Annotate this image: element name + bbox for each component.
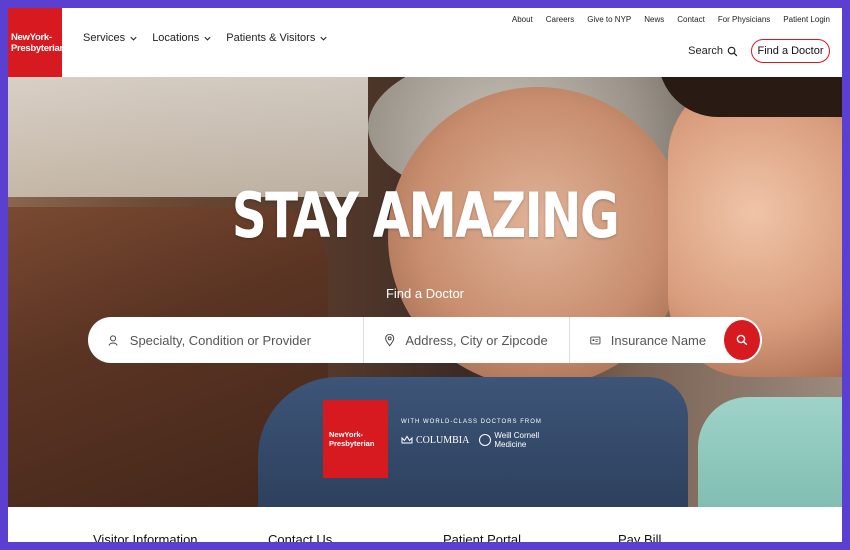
contact-us-link[interactable]: Contact Us — [268, 532, 332, 542]
logo-line2: Presbyterian — [11, 42, 65, 54]
nav-label: Services — [83, 32, 126, 44]
nav-patients-visitors[interactable]: Patients & Visitors — [226, 32, 328, 44]
patient-portal-link[interactable]: Patient Portal — [443, 532, 521, 542]
find-doctor-button[interactable]: Find a Doctor — [751, 39, 830, 63]
hero-photo-girl-shirt — [698, 397, 842, 507]
browser-frame: NewYork- Presbyterian Services Locations… — [8, 8, 842, 542]
search-icon — [727, 46, 738, 56]
wcm-label: Weill Cornell Medicine — [494, 431, 539, 449]
columbia-label: COLUMBIA — [416, 434, 470, 446]
partners-block: WITH WORLD-CLASS DOCTORS FROM COLUMBIA W… — [401, 419, 542, 449]
partners-tagline: WITH WORLD-CLASS DOCTORS FROM — [401, 419, 542, 425]
location-field — [364, 317, 570, 363]
hero-subtitle: Find a Doctor — [385, 286, 465, 301]
site-header: NewYork- Presbyterian Services Locations… — [8, 8, 842, 77]
hero-banner: STAY AMAZING Find a Doctor NewYork- Pres… — [8, 77, 842, 507]
util-about[interactable]: About — [512, 15, 533, 24]
search-icon — [736, 334, 748, 346]
util-news[interactable]: News — [644, 15, 664, 24]
wcm-line1: Weill Cornell — [494, 431, 540, 440]
insurance-card-icon — [590, 336, 601, 344]
visitor-information-link[interactable]: Visitor Information — [93, 532, 198, 542]
search-link[interactable]: Search — [688, 45, 738, 57]
util-patient-login[interactable]: Patient Login — [783, 15, 830, 24]
insurance-input[interactable] — [608, 331, 720, 349]
person-icon — [108, 334, 118, 346]
doctor-search-bar — [88, 317, 762, 363]
logo-line1: NewYork- — [11, 31, 52, 43]
chevron-down-icon — [320, 36, 327, 41]
nav-services[interactable]: Services — [83, 32, 138, 44]
quick-links: Visitor Information Contact Us Patient P… — [8, 507, 842, 542]
chevron-down-icon — [130, 36, 137, 41]
nav-label: Locations — [152, 32, 200, 44]
badge-line1: NewYork- — [329, 430, 364, 439]
nyp-logo[interactable]: NewYork- Presbyterian — [8, 8, 65, 77]
partners-row: COLUMBIA Weill Cornell Medicine — [401, 431, 542, 449]
badge-line2: Presbyterian — [329, 439, 375, 448]
nav-locations[interactable]: Locations — [152, 32, 212, 44]
util-careers[interactable]: Careers — [546, 15, 574, 24]
main-nav: Services Locations Patients & Visitors — [83, 32, 328, 44]
location-input[interactable] — [403, 331, 569, 349]
nav-label: Patients & Visitors — [226, 32, 316, 44]
util-contact[interactable]: Contact — [677, 15, 705, 24]
util-give[interactable]: Give to NYP — [587, 15, 631, 24]
crown-icon — [401, 435, 413, 444]
search-label: Search — [688, 45, 723, 57]
columbia-logo: COLUMBIA — [401, 435, 469, 446]
search-submit-button[interactable] — [724, 320, 760, 360]
wcm-line2: Medicine — [494, 440, 527, 449]
pay-bill-link[interactable]: Pay Bill — [618, 532, 661, 542]
location-pin-icon — [385, 333, 395, 347]
chevron-down-icon — [204, 36, 211, 41]
specialty-field — [88, 317, 364, 363]
weill-cornell-logo: Weill Cornell Medicine — [479, 431, 539, 449]
crest-icon — [479, 434, 492, 446]
hero-title: STAY AMAZING — [231, 179, 620, 252]
nyp-badge-logo: NewYork- Presbyterian — [323, 400, 388, 478]
specialty-input[interactable] — [127, 331, 363, 349]
utility-nav: About Careers Give to NYP News Contact F… — [512, 15, 830, 24]
insurance-field — [570, 317, 720, 363]
util-physicians[interactable]: For Physicians — [718, 15, 770, 24]
